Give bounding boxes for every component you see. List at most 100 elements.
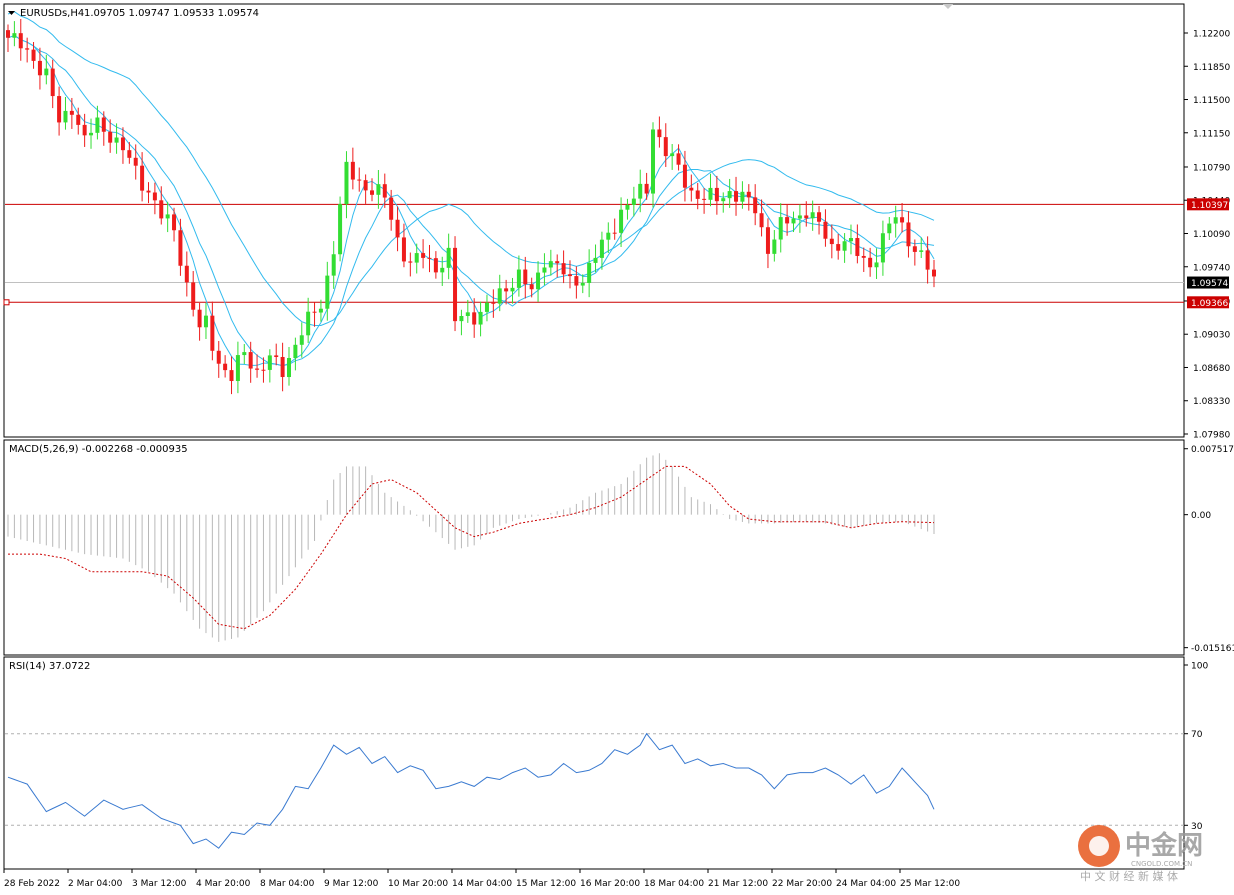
candle-body <box>382 184 387 198</box>
time-tick-label: 28 Feb 2022 <box>4 879 60 889</box>
price-tick-label: 1.09740 <box>1193 263 1230 273</box>
time-tick-label: 18 Mar 04:00 <box>644 879 704 889</box>
candle-body <box>516 269 521 288</box>
candle-body <box>612 232 617 234</box>
candle-body <box>842 241 847 251</box>
candle-body <box>255 368 260 370</box>
time-tick-label: 15 Mar 12:00 <box>516 879 576 889</box>
candle-body <box>274 355 279 357</box>
time-tick-label: 16 Mar 20:00 <box>580 879 640 889</box>
time-tick-label: 2 Mar 04:00 <box>68 879 123 889</box>
candle-body <box>82 124 87 136</box>
candle-body <box>140 165 145 191</box>
candle-body <box>695 190 700 199</box>
candle-body <box>152 192 157 201</box>
rsi-tick-label: 70 <box>1191 730 1203 740</box>
time-tick-label: 8 Mar 04:00 <box>260 879 315 889</box>
candle-body <box>510 287 515 292</box>
macd-title: MACD(5,26,9) -0.002268 -0.000935 <box>9 444 188 455</box>
candle-body <box>906 222 911 247</box>
time-tick-label: 24 Mar 04:00 <box>836 879 896 889</box>
candle-body <box>868 257 873 268</box>
candle-body <box>146 190 151 193</box>
candle-body <box>593 257 598 263</box>
chart-ohlc: 1.09705 1.09747 1.09533 1.09574 <box>84 8 259 19</box>
macd-tick-label: 0.007517 <box>1191 445 1234 455</box>
candle-body <box>848 238 853 242</box>
rsi-tick-label: 100 <box>1191 662 1208 672</box>
candle-body <box>37 60 42 76</box>
candle-body <box>306 311 311 336</box>
candle-body <box>561 263 566 275</box>
price-axis: 1.122001.118501.115001.111501.107901.104… <box>1184 30 1230 441</box>
candle-body <box>242 352 247 356</box>
candle-body <box>932 269 936 277</box>
candle-body <box>599 239 604 258</box>
chart-root: 1.122001.118501.115001.111501.107901.104… <box>3 3 1234 889</box>
candle-body <box>172 214 177 231</box>
candle-body <box>95 117 100 133</box>
candle-body <box>574 276 579 286</box>
candle-body <box>651 129 656 194</box>
candle-body <box>89 132 94 136</box>
candle-body <box>344 161 349 205</box>
price-tick-label: 1.11500 <box>1193 96 1230 106</box>
candle-body <box>880 233 885 263</box>
macd-tick-label: -0.015161 <box>1191 644 1234 654</box>
time-tick-label: 4 Mar 20:00 <box>196 879 251 889</box>
candle-body <box>286 358 291 378</box>
candle-body <box>293 344 298 359</box>
candle-body <box>791 218 796 224</box>
price-tick-label: 1.10790 <box>1193 163 1230 173</box>
candle-body <box>555 261 560 264</box>
price-tick-label: 1.12200 <box>1193 30 1230 40</box>
candle-body <box>50 68 55 97</box>
time-tick-label: 21 Mar 12:00 <box>708 879 768 889</box>
candle-body <box>350 161 355 180</box>
candle-body <box>165 214 170 219</box>
level-price-label: 1.10397 <box>1191 201 1228 211</box>
candle-body <box>567 274 572 277</box>
candle-body <box>453 247 458 322</box>
candle-body <box>395 219 400 238</box>
candle-body <box>114 137 119 143</box>
rsi-title: RSI(14) 37.0722 <box>9 661 90 672</box>
candle-body <box>25 48 30 50</box>
candle-body <box>676 153 681 165</box>
candle-body <box>223 363 228 371</box>
candle-body <box>663 137 668 157</box>
time-axis: 28 Feb 2022 2 Mar 04:00 3 Mar 12:00 4 Mar 2… <box>3 869 960 889</box>
price-tick-label: 1.08680 <box>1193 364 1230 374</box>
candle-body <box>529 284 534 290</box>
candle-body <box>433 258 438 273</box>
candle-body <box>267 355 272 370</box>
candle-body <box>644 183 649 194</box>
candle-body <box>657 129 662 138</box>
candle-body <box>159 200 164 219</box>
candle-body <box>580 282 585 286</box>
candle-body <box>682 164 687 188</box>
candle-body <box>797 215 802 219</box>
candle-body <box>389 197 394 220</box>
candle-body <box>363 180 368 191</box>
candle-body <box>631 198 636 205</box>
candle-body <box>778 217 783 240</box>
candle-body <box>63 110 68 123</box>
watermark-site: CNGOLD.COM.CN <box>1131 860 1192 868</box>
candle-body <box>619 209 624 233</box>
candle-body <box>133 157 138 166</box>
candle-body <box>210 315 215 351</box>
candle-body <box>44 68 49 76</box>
candle-body <box>497 288 502 304</box>
candle-body <box>765 227 770 254</box>
price-tick-label: 1.11150 <box>1193 129 1230 139</box>
candle-body <box>446 247 451 268</box>
candle-body <box>702 198 707 200</box>
cngold-logo: 中金网 CNGOLD.COM.CN 中 文 财 经 新 媒 体 <box>1078 825 1203 883</box>
rsi-panel-frame <box>3 656 1185 870</box>
candle-body <box>376 184 381 195</box>
time-tick-label: 9 Mar 12:00 <box>324 879 379 889</box>
candle-body <box>900 217 905 223</box>
candle-body <box>734 191 739 202</box>
logo-inner-icon <box>1089 836 1109 856</box>
